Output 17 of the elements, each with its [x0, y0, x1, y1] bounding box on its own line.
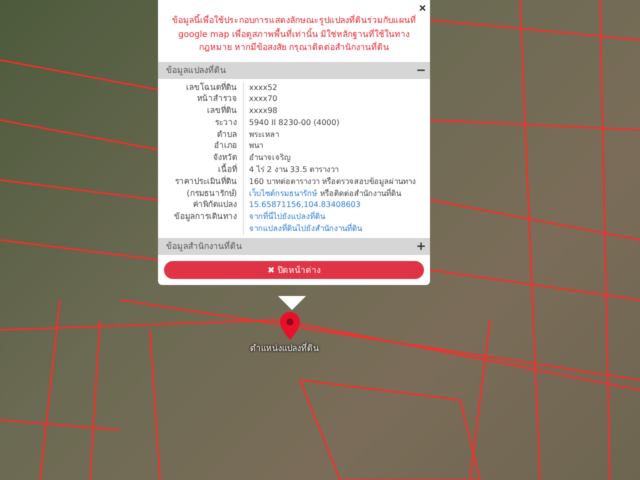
field-label: เลขโฉนดที่ดิน — [158, 82, 244, 94]
field-label: ข้อมูลการเดินทาง — [158, 211, 244, 235]
disclaimer-text: ข้อมูลนี้เพื่อใช้ประกอบการแสดงลักษณะรูปแปลงที่ดินร่วมกับแผนที่ google map เพื่อดูสภาพพื้นที่เท่านั้น มิใช่หลักฐานที่ใช้ในทางกฎหมาย หากมีข้อสงสัย กรุณาติดต่อสำนักงานที่ดิน — [171, 15, 417, 55]
section-header[interactable]: ข้อมูลสำนักงานที่ดิน + — [158, 238, 430, 255]
location-pin-icon[interactable] — [280, 312, 300, 340]
field-label: จังหวัด — [158, 152, 244, 164]
field-label: ตำบล — [158, 128, 244, 140]
close-window-button[interactable]: ✖ ปิดหน้าต่าง — [164, 260, 424, 279]
field-label: เลขที่ดิน — [158, 105, 244, 117]
field-label: อำเภอ — [158, 140, 244, 152]
field-label: ค่าพิกัดแปลง — [158, 199, 244, 212]
section-header[interactable]: ข้อมูลแปลงที่ดิน − — [158, 62, 430, 78]
field-label: ราคาประเมินที่ดิน (กรมธนารักษ์) — [158, 176, 244, 200]
field-label: ระวาง — [158, 116, 244, 129]
marker-label: ตำแหน่งแปลงที่ดิน — [250, 341, 319, 355]
field-label: หน้าสำรวจ — [158, 93, 244, 106]
field-label: เนื้อที่ — [158, 164, 244, 176]
